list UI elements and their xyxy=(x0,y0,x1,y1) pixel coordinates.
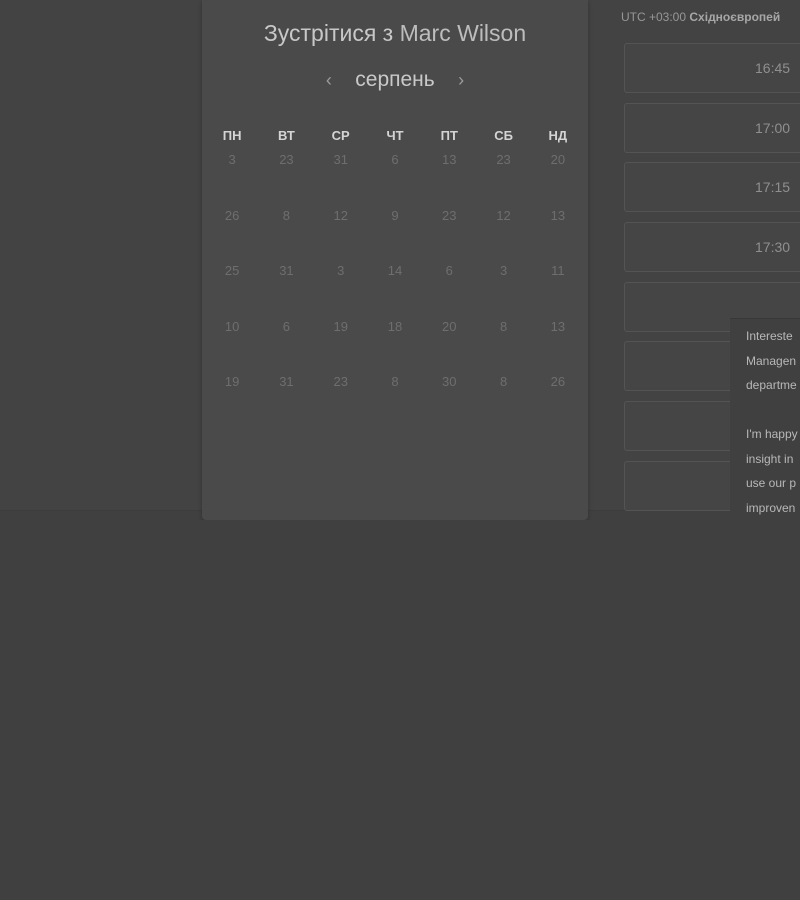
calendar-day: 3 xyxy=(499,263,508,278)
weekday-wed: СР xyxy=(331,128,350,143)
calendar-day: 18 xyxy=(387,318,403,334)
calendar-grid: 3 23 31 6 13 23 20 26 8 12 9 23 12 13 25… xyxy=(205,152,585,430)
calendar-day: 8 xyxy=(499,318,508,334)
calendar-day: 9 xyxy=(391,207,399,223)
next-month-icon[interactable]: › xyxy=(451,70,471,91)
calendar-day: 23 xyxy=(496,152,511,167)
page-title: Зустрітися з Marc Wilson xyxy=(202,20,588,47)
popover-line: Intereste xyxy=(746,329,793,343)
popover-line: departme xyxy=(746,378,797,392)
popover-line: Managen xyxy=(746,353,797,368)
calendar-day: 31 xyxy=(279,263,294,278)
time-slot-label: 16:45 xyxy=(755,60,791,76)
page-footer-area xyxy=(0,520,800,900)
calendar-day: 12 xyxy=(333,207,348,223)
weekday-sun: НД xyxy=(548,128,568,143)
calendar-day: 10 xyxy=(224,318,240,334)
calendar-day: 19 xyxy=(333,318,348,334)
time-slot-label: 17:30 xyxy=(755,239,791,256)
calendar-day: 8 xyxy=(391,374,399,389)
weekday-thu: ЧТ xyxy=(386,128,404,143)
title-prefix: Зустрітися з xyxy=(263,20,394,46)
calendar-day: 8 xyxy=(282,207,291,223)
month-label: серпень xyxy=(355,68,435,91)
weekday-fri: ПТ xyxy=(440,128,458,143)
weekday-header: ПН ВТ СР ЧТ ПТ СБ НД xyxy=(205,128,585,143)
calendar-day: 13 xyxy=(550,318,566,334)
weekday-tue: ВТ xyxy=(278,128,295,143)
calendar-day: 23 xyxy=(333,374,348,389)
popover-line: improven xyxy=(746,500,796,515)
calendar-day: 11 xyxy=(551,263,565,278)
calendar-day: 20 xyxy=(442,318,457,334)
calendar-day: 25 xyxy=(224,263,240,278)
calendar-day: 26 xyxy=(550,374,566,389)
calendar-day: 13 xyxy=(442,152,457,167)
month-navigator: ‹ серпень › xyxy=(202,68,588,96)
popover-line: I'm happy xyxy=(746,427,798,441)
calendar-day: 8 xyxy=(499,374,508,389)
time-slot-label: 17:00 xyxy=(755,119,791,136)
calendar-day: 13 xyxy=(550,207,566,223)
timezone-offset: UTC +03:00 xyxy=(621,10,687,24)
popover-paragraph: Intereste Managen departme xyxy=(746,324,800,398)
weekday-mon: ПН xyxy=(222,128,242,143)
calendar-day: 3 xyxy=(337,263,345,278)
time-slot[interactable]: 16:45 xyxy=(624,43,800,93)
prev-month-icon[interactable]: ‹ xyxy=(319,70,339,91)
timezone-label[interactable]: UTC +03:00 Східноєвропей xyxy=(621,10,780,24)
calendar-day: 23 xyxy=(279,152,294,167)
calendar-day: 6 xyxy=(282,318,291,334)
calendar-day: 6 xyxy=(391,152,399,167)
popover-line: use our p xyxy=(746,476,797,490)
calendar-day: 26 xyxy=(224,207,240,223)
popover-line: insight in xyxy=(746,451,794,466)
calendar-day: 20 xyxy=(550,152,566,167)
timezone-name: Східноєвропей xyxy=(689,10,781,24)
calendar-day: 6 xyxy=(445,263,453,278)
time-slot[interactable]: 17:00 xyxy=(624,102,800,153)
page: Зустрітися з Marc Wilson ‹ серпень › ПН … xyxy=(0,0,800,900)
calendar-day: 31 xyxy=(279,374,294,389)
time-slot[interactable]: 17:30 xyxy=(624,222,800,273)
time-slot-label: 17:15 xyxy=(755,179,791,196)
calendar-day: 19 xyxy=(224,374,240,389)
calendar-day: 12 xyxy=(496,207,511,223)
calendar-day: 31 xyxy=(333,152,348,167)
calendar-day: 23 xyxy=(442,207,457,223)
time-slot[interactable]: 17:15 xyxy=(624,162,800,213)
calendar-card: Зустрітися з Marc Wilson ‹ серпень › ПН … xyxy=(202,0,588,520)
weekday-sat: СБ xyxy=(494,128,513,143)
calendar-day: 30 xyxy=(442,374,457,389)
calendar-day: 14 xyxy=(387,263,403,278)
host-name: Marc Wilson xyxy=(399,20,527,46)
calendar-day: 3 xyxy=(228,152,236,167)
